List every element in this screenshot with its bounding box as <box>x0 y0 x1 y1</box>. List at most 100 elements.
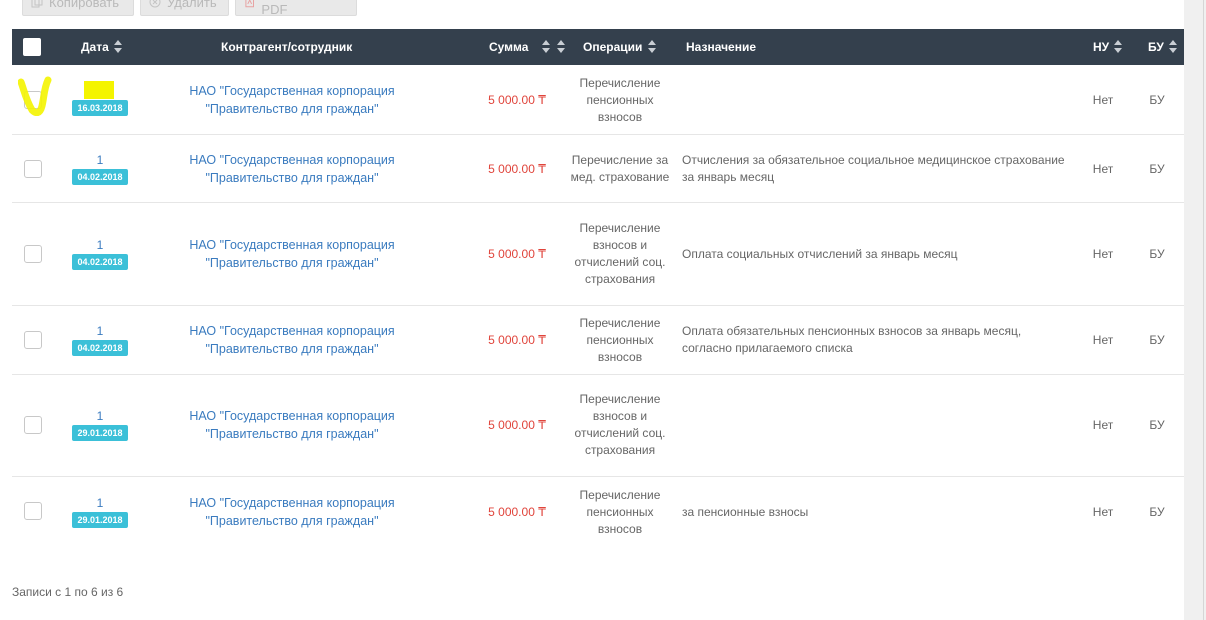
amount: 5 000.00 ₸ <box>488 505 546 519</box>
number-highlight <box>84 81 114 99</box>
bu-value: БУ <box>1149 333 1165 347</box>
operation: Перечисление пенсионных взносов <box>579 315 661 364</box>
table-row[interactable]: 1 04.02.2018 НАО "Государственная корпор… <box>12 135 1184 203</box>
date-cell: 1 04.02.2018 <box>68 150 132 188</box>
counterparty-line2: "Правительство для граждан" <box>205 427 379 441</box>
amount: 5 000.00 ₸ <box>488 162 546 176</box>
header-date: Дата <box>81 40 109 54</box>
counterparty-line2: "Правительство для граждан" <box>205 342 379 356</box>
bu-value: БУ <box>1149 418 1165 432</box>
counterparty-line1: НАО "Государственная корпорация <box>189 153 395 167</box>
pdf-icon <box>245 0 254 8</box>
counterparty-link[interactable]: НАО "Государственная корпорация "Правите… <box>162 407 422 443</box>
sort-icon <box>1168 40 1177 54</box>
select-all-checkbox[interactable] <box>23 29 41 65</box>
date-badge: 16.03.2018 <box>72 100 128 116</box>
nu-value: Нет <box>1092 333 1114 347</box>
counterparty-line1: НАО "Государственная корпорация <box>189 238 395 252</box>
operation: Перечисление за мед. страхование <box>570 153 670 184</box>
row-checkbox[interactable] <box>24 502 42 520</box>
copy-button[interactable]: Копировать <box>22 0 134 16</box>
header-purpose-col: Назначение <box>686 29 756 65</box>
right-divider <box>1203 0 1204 620</box>
counterparty-line1: НАО "Государственная корпорация <box>189 496 395 510</box>
table-row[interactable]: 19 16.03.2018 НАО "Государственная корпо… <box>12 65 1184 135</box>
table-row[interactable]: 1 04.02.2018 НАО "Государственная корпор… <box>12 306 1184 375</box>
counterparty-link[interactable]: НАО "Государственная корпорация "Правите… <box>162 82 422 118</box>
purpose <box>682 91 1072 109</box>
nu-value: Нет <box>1092 505 1114 519</box>
sort-by-nu[interactable]: НУ <box>1093 29 1123 65</box>
counterparty-link[interactable]: НАО "Государственная корпорация "Правите… <box>162 236 422 272</box>
sort-by-amount[interactable]: Сумма <box>489 29 551 65</box>
document-number-link[interactable]: 1 <box>97 409 104 423</box>
purpose: за пенсионные взносы <box>682 504 809 519</box>
counterparty-link[interactable]: НАО "Государственная корпорация "Правите… <box>162 322 422 358</box>
bu-value: БУ <box>1149 93 1165 107</box>
operation: Перечисление взносов и отчислений соц. с… <box>574 221 666 286</box>
operations-table: Дата Контрагент/сотрудник Сумма Операции… <box>12 29 1184 547</box>
counterparty-line2: "Правительство для граждан" <box>205 514 379 528</box>
sort-by-bu[interactable]: БУ <box>1148 29 1177 65</box>
bu-value: БУ <box>1149 162 1165 176</box>
row-checkbox[interactable] <box>24 416 42 434</box>
row-checkbox[interactable] <box>24 160 42 178</box>
date-cell: 1 04.02.2018 <box>68 235 132 273</box>
bu-value: БУ <box>1149 505 1165 519</box>
date-cell: 1 29.01.2018 <box>68 406 132 444</box>
records-info: Записи с 1 по 6 из 6 <box>12 585 124 599</box>
sort-icon <box>648 40 657 54</box>
sort-by-date[interactable]: Дата <box>81 29 122 65</box>
table-row[interactable]: 1 29.01.2018 НАО "Государственная корпор… <box>12 477 1184 547</box>
date-cell: 1 29.01.2018 <box>68 493 132 531</box>
header-bu: БУ <box>1148 40 1164 54</box>
table-row[interactable]: 1 29.01.2018 НАО "Государственная корпор… <box>12 375 1184 477</box>
pdf-button-label: Скачать в PDF <box>261 0 320 17</box>
sort-icon <box>557 40 565 54</box>
table-row[interactable]: 1 04.02.2018 НАО "Государственная корпор… <box>12 203 1184 306</box>
nu-value: Нет <box>1092 418 1114 432</box>
counterparty-line1: НАО "Государственная корпорация <box>189 409 395 423</box>
operation: Перечисление пенсионных взносов <box>579 487 661 536</box>
sort-icon <box>1114 40 1123 54</box>
operation: Перечисление взносов и отчислений соц. с… <box>574 392 666 457</box>
counterparty-line1: НАО "Государственная корпорация <box>189 324 395 338</box>
sort-icon <box>113 40 122 54</box>
copy-button-label: Копировать <box>49 0 119 10</box>
sort-by-operations[interactable]: Операции <box>557 29 657 65</box>
purpose: Оплата обязательных пенсионных взносов з… <box>682 324 1022 355</box>
nu-value: Нет <box>1092 162 1114 176</box>
header-nu: НУ <box>1093 40 1110 54</box>
sort-icon <box>542 40 551 54</box>
delete-button-label: Удалить <box>167 0 217 10</box>
date-badge: 04.02.2018 <box>72 254 128 270</box>
operation: Перечисление пенсионных взносов <box>579 75 661 124</box>
amount: 5 000.00 ₸ <box>488 418 546 432</box>
pdf-button[interactable]: Скачать в PDF <box>235 0 357 17</box>
date-badge: 04.02.2018 <box>72 340 128 356</box>
header-counterparty: Контрагент/сотрудник <box>221 40 353 54</box>
date-badge: 29.01.2018 <box>72 425 128 441</box>
counterparty-line2: "Правительство для граждан" <box>205 171 379 185</box>
counterparty-link[interactable]: НАО "Государственная корпорация "Правите… <box>162 494 422 530</box>
counterparty-link[interactable]: НАО "Государственная корпорация "Правите… <box>162 151 422 187</box>
purpose <box>682 416 1072 434</box>
document-number-link[interactable]: 1 <box>97 496 104 510</box>
nu-value: Нет <box>1092 247 1114 261</box>
amount: 5 000.00 ₸ <box>488 333 546 347</box>
row-checkbox[interactable] <box>24 245 42 263</box>
purpose: Оплата социальных отчислений за январь м… <box>682 246 958 261</box>
highlight-scribble <box>18 76 52 116</box>
date-cell: 1 04.02.2018 <box>68 321 132 359</box>
document-number-link[interactable]: 1 <box>97 324 104 338</box>
delete-button[interactable]: Удалить <box>140 0 229 16</box>
row-checkbox[interactable] <box>24 331 42 349</box>
header-purpose: Назначение <box>686 40 757 54</box>
delete-icon <box>149 0 161 8</box>
document-number-link[interactable]: 1 <box>97 153 104 167</box>
main-panel: Копировать Удалить Скачать в PDF Дата Ко… <box>0 0 1184 620</box>
bu-value: БУ <box>1149 247 1165 261</box>
date-badge: 29.01.2018 <box>72 512 128 528</box>
document-number-link[interactable]: 1 <box>97 238 104 252</box>
counterparty-line2: "Правительство для граждан" <box>205 102 379 116</box>
